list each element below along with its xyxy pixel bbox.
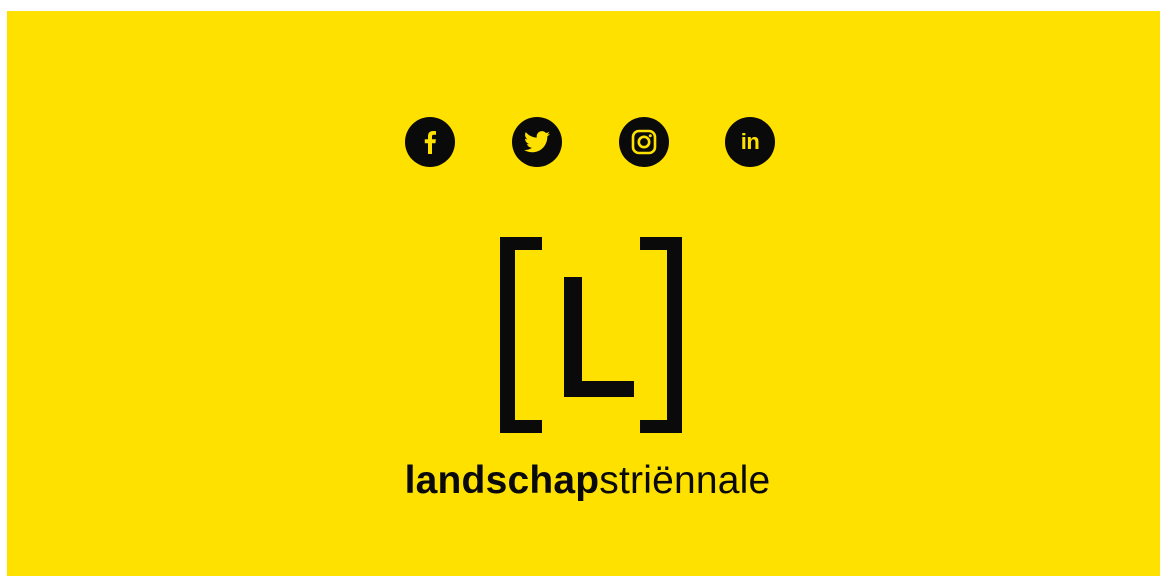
- wordmark-light: striënnale: [599, 459, 771, 502]
- instagram-icon: [631, 129, 657, 155]
- twitter-link[interactable]: [512, 117, 562, 167]
- facebook-icon: [423, 130, 437, 154]
- twitter-icon: [524, 131, 550, 153]
- instagram-link[interactable]: [619, 117, 669, 167]
- footer-panel: in landschapstriënnale: [7, 11, 1160, 576]
- linkedin-link[interactable]: in: [725, 117, 775, 167]
- wordmark: landschapstriënnale: [7, 458, 1160, 504]
- social-links: in: [7, 117, 1160, 167]
- linkedin-icon: in: [740, 129, 760, 154]
- logo-mark: [500, 237, 682, 438]
- facebook-link[interactable]: [405, 117, 455, 167]
- logo-brackets-icon: [500, 237, 682, 433]
- wordmark-bold: landschap: [404, 459, 600, 502]
